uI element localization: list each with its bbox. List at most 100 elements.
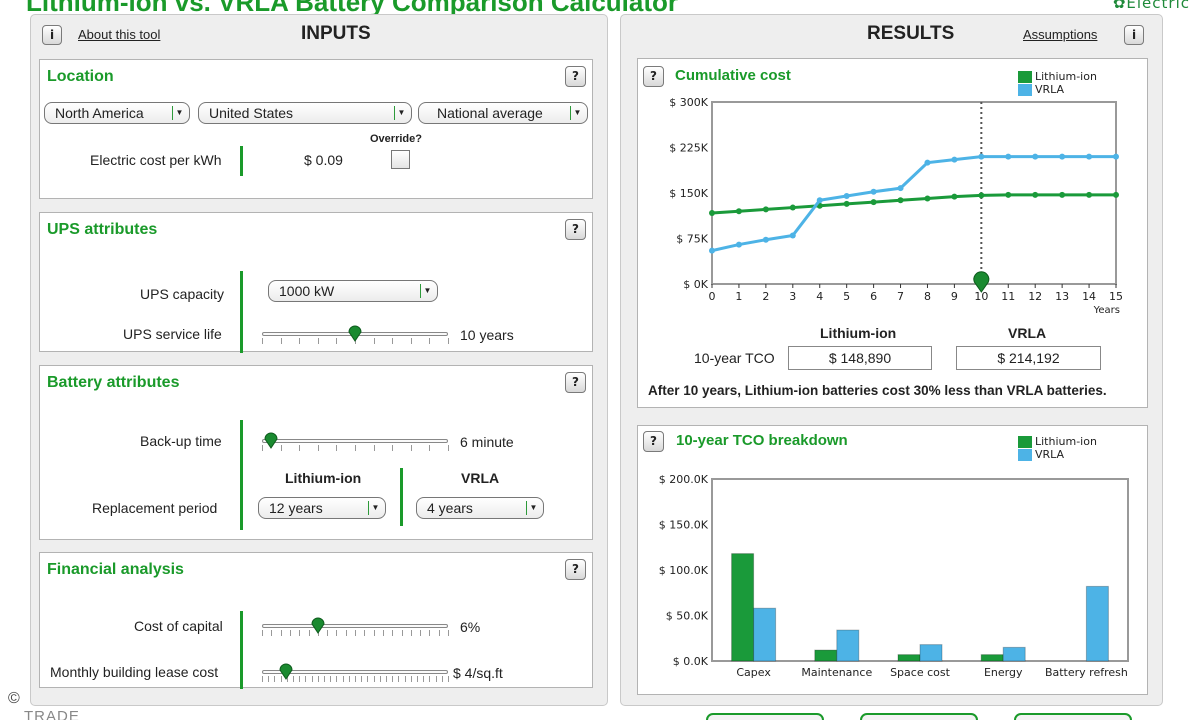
assumptions-info-icon[interactable]: i xyxy=(1124,25,1144,45)
slider-tick xyxy=(364,630,366,636)
slider-tick xyxy=(435,676,437,682)
conclusion-text: After 10 years, Lithium-ion batteries co… xyxy=(648,383,1107,398)
vrla-period-select[interactable]: 4 years ▼ xyxy=(416,497,544,519)
bar-vrla xyxy=(1002,646,1026,662)
slider-tick xyxy=(410,338,412,344)
bar-lithium xyxy=(980,654,1004,662)
slider-tick xyxy=(336,445,338,451)
slider-thumb[interactable] xyxy=(264,431,278,449)
backup-time-slider[interactable] xyxy=(262,430,449,454)
slider-tick xyxy=(327,630,329,636)
x-tick-label: 14 xyxy=(1082,290,1096,303)
slider-tick xyxy=(448,445,449,451)
slider-tick xyxy=(429,445,431,451)
y-tick-label: $ 150.0K xyxy=(659,519,709,532)
x-tick-label: Energy xyxy=(984,666,1023,679)
slider-thumb[interactable] xyxy=(279,662,293,680)
location-section: Location ? North America ▼ United States ▼… xyxy=(39,59,593,199)
slider-tick xyxy=(448,676,449,682)
lithium-period-select[interactable]: 12 years ▼ xyxy=(258,497,386,519)
slider-tick xyxy=(299,338,301,344)
lease-cost-label: Monthly building lease cost xyxy=(50,664,219,680)
x-tick-label: 6 xyxy=(870,290,877,303)
inputs-panel: i About this tool INPUTS Location ? Nort… xyxy=(30,14,608,706)
data-point xyxy=(1005,153,1012,160)
slider-tick xyxy=(330,676,332,682)
location-help-icon[interactable]: ? xyxy=(565,66,586,87)
vrla-column-label: VRLA xyxy=(461,470,500,486)
y-tick-label: $ 0K xyxy=(683,278,708,291)
slider-tick xyxy=(324,676,325,682)
chevron-down-icon: ▼ xyxy=(368,501,382,515)
slider-thumb[interactable] xyxy=(311,616,325,634)
bottom-button-1[interactable] xyxy=(706,713,824,720)
battery-help-icon[interactable]: ? xyxy=(565,372,586,393)
divider-line xyxy=(400,468,403,526)
ups-section: UPS attributes ? UPS capacity 1000 kW ▼ U… xyxy=(39,212,593,353)
backup-time-value: 6 minute xyxy=(460,434,514,450)
override-checkbox[interactable] xyxy=(391,150,410,169)
area-select[interactable]: National average ▼ xyxy=(418,102,588,124)
about-info-icon[interactable]: i xyxy=(42,25,62,45)
slider-tick xyxy=(373,676,375,682)
ups-service-life-label: UPS service life xyxy=(123,326,222,342)
bottom-button-3[interactable] xyxy=(1014,713,1132,720)
lithium-column-label: Lithium-ion xyxy=(285,470,362,486)
electric-cost-label: Electric cost per kWh xyxy=(90,152,222,168)
x-tick-label: 12 xyxy=(1028,290,1042,303)
data-point xyxy=(1086,153,1093,160)
slider-tick xyxy=(289,630,291,636)
slider-tick xyxy=(299,445,301,451)
cost-of-capital-slider[interactable] xyxy=(262,615,449,639)
slider-tick xyxy=(392,676,394,682)
divider-line xyxy=(240,271,243,353)
y-tick-label: $ 200.0K xyxy=(659,473,709,486)
data-point xyxy=(951,193,958,200)
summary-vrla-label: VRLA xyxy=(1008,325,1047,341)
slider-tick xyxy=(299,630,301,636)
assumptions-link[interactable]: Assumptions xyxy=(1023,27,1097,42)
x-tick-label: 15 xyxy=(1109,290,1123,303)
country-select[interactable]: United States ▼ xyxy=(198,102,412,124)
slider-tick xyxy=(280,630,282,636)
cost-of-capital-label: Cost of capital xyxy=(134,618,223,634)
bar-lithium xyxy=(897,654,921,662)
about-tool-link[interactable]: About this tool xyxy=(78,27,160,42)
slider-tick xyxy=(355,676,356,682)
financial-title: Financial analysis xyxy=(47,561,184,578)
financial-help-icon[interactable]: ? xyxy=(565,559,586,580)
slider-tick xyxy=(367,676,369,682)
chevron-down-icon: ▼ xyxy=(526,501,540,515)
y-tick-label: $ 300K xyxy=(669,96,708,109)
x-tick-label: 5 xyxy=(843,290,850,303)
x-tick-label: 2 xyxy=(762,290,769,303)
brand-leaf-icon: ✿ xyxy=(1112,0,1127,12)
area-value: National average xyxy=(437,105,543,121)
slider-tick xyxy=(262,630,263,636)
y-tick-label: $ 225K xyxy=(669,142,708,155)
ups-capacity-select[interactable]: 1000 kW ▼ xyxy=(268,280,438,302)
slider-tick xyxy=(336,676,338,682)
slider-tick xyxy=(317,676,319,682)
region-select[interactable]: North America ▼ xyxy=(44,102,190,124)
ups-service-life-slider[interactable] xyxy=(262,323,449,347)
y-tick-label: $ 75K xyxy=(676,233,708,246)
brand-name: Electric xyxy=(1126,0,1190,12)
brand-logo: ✿Electric xyxy=(1113,0,1190,12)
bottom-button-2[interactable] xyxy=(860,713,978,720)
lease-cost-slider[interactable] xyxy=(262,661,449,685)
slider-tick xyxy=(373,630,375,636)
replacement-period-label: Replacement period xyxy=(92,500,218,516)
data-point xyxy=(843,200,850,207)
x-tick-label: 8 xyxy=(924,290,931,303)
slider-tick xyxy=(271,630,273,636)
slider-tick xyxy=(299,676,301,682)
ups-help-icon[interactable]: ? xyxy=(565,219,586,240)
slider-tick xyxy=(401,630,403,636)
slider-tick xyxy=(262,338,263,344)
tco-label: 10-year TCO xyxy=(694,350,775,366)
data-point xyxy=(870,188,877,195)
data-point xyxy=(735,208,742,215)
results-title: RESULTS xyxy=(867,23,955,44)
slider-thumb[interactable] xyxy=(348,324,362,342)
